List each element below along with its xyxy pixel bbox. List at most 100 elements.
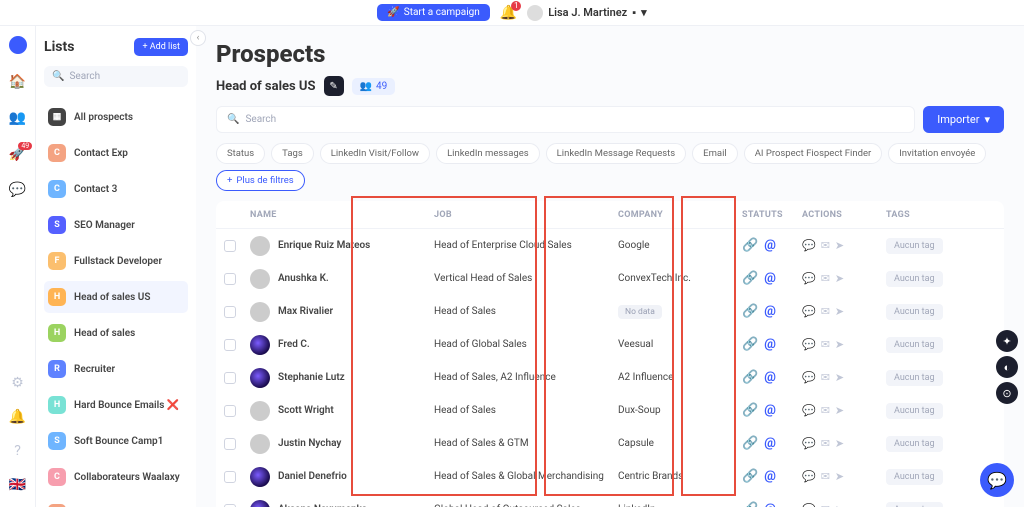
table-row[interactable]: Scott Wright Head of Sales Dux-Soup 🔗 @ …: [216, 394, 1004, 427]
send-action-icon[interactable]: ➤: [835, 272, 844, 285]
col-tags[interactable]: TAGS: [886, 210, 966, 220]
at-icon[interactable]: @: [764, 238, 776, 253]
sidebar-item[interactable]: C Contact Exp: [44, 137, 188, 169]
row-checkbox[interactable]: [224, 306, 236, 318]
sidebar-item[interactable]: C Contact 3: [44, 173, 188, 205]
col-job[interactable]: JOB: [434, 210, 614, 220]
row-checkbox[interactable]: [224, 240, 236, 252]
message-action-icon[interactable]: 💬: [802, 272, 816, 285]
row-checkbox[interactable]: [224, 438, 236, 450]
send-action-icon[interactable]: ➤: [835, 404, 844, 417]
at-icon[interactable]: @: [764, 304, 776, 319]
send-action-icon[interactable]: ➤: [835, 338, 844, 351]
row-checkbox[interactable]: [224, 504, 236, 507]
link-icon[interactable]: 🔗: [742, 436, 758, 451]
sidebar-item[interactable]: H Hard Bounce Emails ❌: [44, 389, 188, 421]
start-campaign-button[interactable]: 🚀 Start a campaign: [377, 4, 489, 21]
filter-pill[interactable]: LinkedIn Visit/Follow: [320, 143, 430, 164]
message-action-icon[interactable]: 💬: [802, 437, 816, 450]
send-action-icon[interactable]: ➤: [835, 437, 844, 450]
filter-pill[interactable]: Email: [692, 143, 738, 164]
tag-pill[interactable]: Aucun tag: [886, 337, 943, 353]
at-icon[interactable]: @: [764, 469, 776, 484]
chat-icon[interactable]: 💬: [9, 182, 26, 198]
edit-list-button[interactable]: ✎: [324, 76, 344, 96]
filter-pill[interactable]: AI Prospect Fiospect Finder: [744, 143, 883, 164]
link-icon[interactable]: 🔗: [742, 403, 758, 418]
col-status[interactable]: STATUTS: [742, 210, 798, 220]
row-checkbox[interactable]: [224, 273, 236, 285]
sidebar-item-all-prospects[interactable]: ▦ All prospects: [44, 101, 188, 133]
message-action-icon[interactable]: 💬: [802, 305, 816, 318]
float-shortcut-2[interactable]: ◐: [996, 356, 1018, 378]
sidebar-item[interactable]: S SEO Manager: [44, 209, 188, 241]
at-icon[interactable]: @: [764, 337, 776, 352]
mail-action-icon[interactable]: ✉: [821, 305, 830, 318]
message-action-icon[interactable]: 💬: [802, 371, 816, 384]
message-action-icon[interactable]: 💬: [802, 239, 816, 252]
filter-pill[interactable]: Invitation envoyée: [888, 143, 986, 164]
mail-action-icon[interactable]: ✉: [821, 371, 830, 384]
table-row[interactable]: Justin Nychay Head of Sales & GTM Capsul…: [216, 427, 1004, 460]
mail-action-icon[interactable]: ✉: [821, 239, 830, 252]
filter-pill[interactable]: Tags: [271, 143, 314, 164]
at-icon[interactable]: @: [764, 436, 776, 451]
row-checkbox[interactable]: [224, 372, 236, 384]
tag-pill[interactable]: Aucun tag: [886, 271, 943, 287]
settings-icon[interactable]: ⚙: [11, 375, 24, 391]
message-action-icon[interactable]: 💬: [802, 470, 816, 483]
send-action-icon[interactable]: ➤: [835, 305, 844, 318]
col-company[interactable]: COMPANY: [618, 210, 738, 220]
table-row[interactable]: Anushka K. Vertical Head of Sales Convex…: [216, 262, 1004, 295]
mail-action-icon[interactable]: ✉: [821, 272, 830, 285]
float-shortcut-1[interactable]: ✦: [996, 330, 1018, 352]
user-menu[interactable]: Lisa J. Martinez ▪ ▾: [527, 5, 646, 21]
sidebar-item[interactable]: H Head of sales US: [44, 281, 188, 313]
tag-pill[interactable]: Aucun tag: [886, 469, 943, 485]
float-shortcut-3[interactable]: ⊙: [996, 382, 1018, 404]
link-icon[interactable]: 🔗: [742, 304, 758, 319]
row-checkbox[interactable]: [224, 405, 236, 417]
support-chat-button[interactable]: 💬: [980, 463, 1014, 497]
collapse-sidebar-button[interactable]: ‹: [190, 30, 206, 46]
link-icon[interactable]: 🔗: [742, 502, 758, 507]
import-button[interactable]: Importer ▾: [923, 106, 1004, 133]
at-icon[interactable]: @: [764, 502, 776, 507]
sidebar-item[interactable]: F Fullstack Developer: [44, 245, 188, 277]
tag-pill[interactable]: Aucun tag: [886, 436, 943, 452]
at-icon[interactable]: @: [764, 271, 776, 286]
mail-action-icon[interactable]: ✉: [821, 503, 830, 507]
send-action-icon[interactable]: ➤: [835, 503, 844, 507]
at-icon[interactable]: @: [764, 403, 776, 418]
message-action-icon[interactable]: 💬: [802, 404, 816, 417]
link-icon[interactable]: 🔗: [742, 238, 758, 253]
send-action-icon[interactable]: ➤: [835, 371, 844, 384]
lists-search-input[interactable]: 🔍 Search: [44, 66, 188, 87]
tag-pill[interactable]: Aucun tag: [886, 502, 943, 507]
app-logo-icon[interactable]: [9, 36, 27, 54]
table-row[interactable]: Daniel Denefrio Head of Sales & Global M…: [216, 460, 1004, 493]
filter-pill[interactable]: LinkedIn Message Requests: [546, 143, 687, 164]
more-filters-button[interactable]: + Plus de filtres: [216, 170, 305, 191]
tag-pill[interactable]: Aucun tag: [886, 304, 943, 320]
message-action-icon[interactable]: 💬: [802, 503, 816, 507]
table-row[interactable]: Enrique Ruiz Mateos Head of Enterprise C…: [216, 229, 1004, 262]
mail-action-icon[interactable]: ✉: [821, 404, 830, 417]
col-name[interactable]: NAME: [250, 210, 430, 220]
send-action-icon[interactable]: ➤: [835, 239, 844, 252]
bell-icon[interactable]: 🔔: [9, 409, 26, 425]
help-icon[interactable]: ?: [14, 443, 21, 459]
sidebar-item[interactable]: S Soft Bounce Camp1: [44, 425, 188, 457]
filter-pill[interactable]: LinkedIn messages: [436, 143, 540, 164]
table-row[interactable]: Fred C. Head of Global Sales Veesual 🔗 @…: [216, 328, 1004, 361]
at-icon[interactable]: @: [764, 370, 776, 385]
add-list-button[interactable]: + Add list: [134, 38, 188, 56]
table-row[interactable]: Max Rivalier Head of Sales No data 🔗 @ 💬…: [216, 295, 1004, 328]
col-actions[interactable]: ACTIONS: [802, 210, 882, 220]
row-checkbox[interactable]: [224, 471, 236, 483]
home-icon[interactable]: 🏠: [9, 74, 26, 90]
link-icon[interactable]: 🔗: [742, 469, 758, 484]
message-action-icon[interactable]: 💬: [802, 338, 816, 351]
sidebar-item[interactable]: H Head of sales: [44, 317, 188, 349]
send-action-icon[interactable]: ➤: [835, 470, 844, 483]
